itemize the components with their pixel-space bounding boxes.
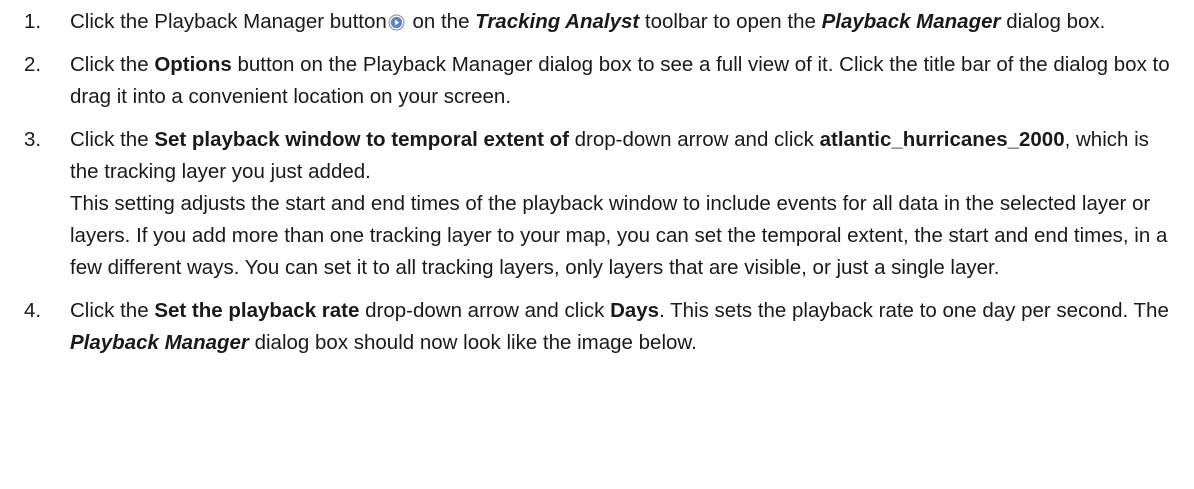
step-1: 1. Click the Playback Manager button on t… bbox=[0, 6, 1170, 38]
options-label: Options bbox=[154, 53, 232, 76]
step-number: 1. bbox=[24, 10, 42, 33]
step-text: . This sets the playback rate to one day… bbox=[659, 299, 1169, 322]
step-text: toolbar to open the bbox=[639, 10, 822, 33]
dialog-name: Playback Manager bbox=[70, 331, 249, 354]
step-text: on the bbox=[406, 10, 476, 33]
step-text: dialog box should now look like the imag… bbox=[248, 331, 697, 354]
step-text: Click the bbox=[70, 299, 155, 322]
setting-label: Set playback window to temporal extent o… bbox=[154, 128, 569, 151]
step-text: drop-down arrow and click bbox=[359, 299, 611, 322]
step-4: 4. Click the Set the playback rate drop-d… bbox=[0, 295, 1170, 359]
rate-label: Set the playback rate bbox=[154, 299, 360, 322]
step-2: 2. Click the Options button on the Playba… bbox=[0, 49, 1170, 113]
layer-name: atlantic_hurricanes_2000 bbox=[819, 128, 1065, 151]
instruction-steps: 1. Click the Playback Manager button on t… bbox=[0, 6, 1170, 359]
rate-value: Days bbox=[610, 299, 660, 322]
step-3: 3. Click the Set playback window to tempo… bbox=[0, 124, 1170, 284]
step-number: 4. bbox=[24, 299, 42, 322]
step-text: Click the bbox=[70, 128, 155, 151]
toolbar-name: Tracking Analyst bbox=[475, 10, 640, 33]
step-text: Click the bbox=[70, 53, 155, 76]
step-note: This setting adjusts the start and end t… bbox=[70, 192, 1168, 279]
step-text: dialog box. bbox=[1000, 10, 1106, 33]
dialog-name: Playback Manager bbox=[821, 10, 1001, 33]
step-text: drop-down arrow and click bbox=[568, 128, 820, 151]
play-circle-icon bbox=[388, 9, 405, 31]
step-number: 2. bbox=[24, 53, 42, 76]
step-number: 3. bbox=[24, 128, 42, 151]
document-page: 1. Click the Playback Manager button on t… bbox=[0, 0, 1194, 489]
step-text: Click the Playback Manager button bbox=[70, 10, 387, 33]
step-text: button on the Playback Manager dialog bo… bbox=[70, 53, 1170, 108]
